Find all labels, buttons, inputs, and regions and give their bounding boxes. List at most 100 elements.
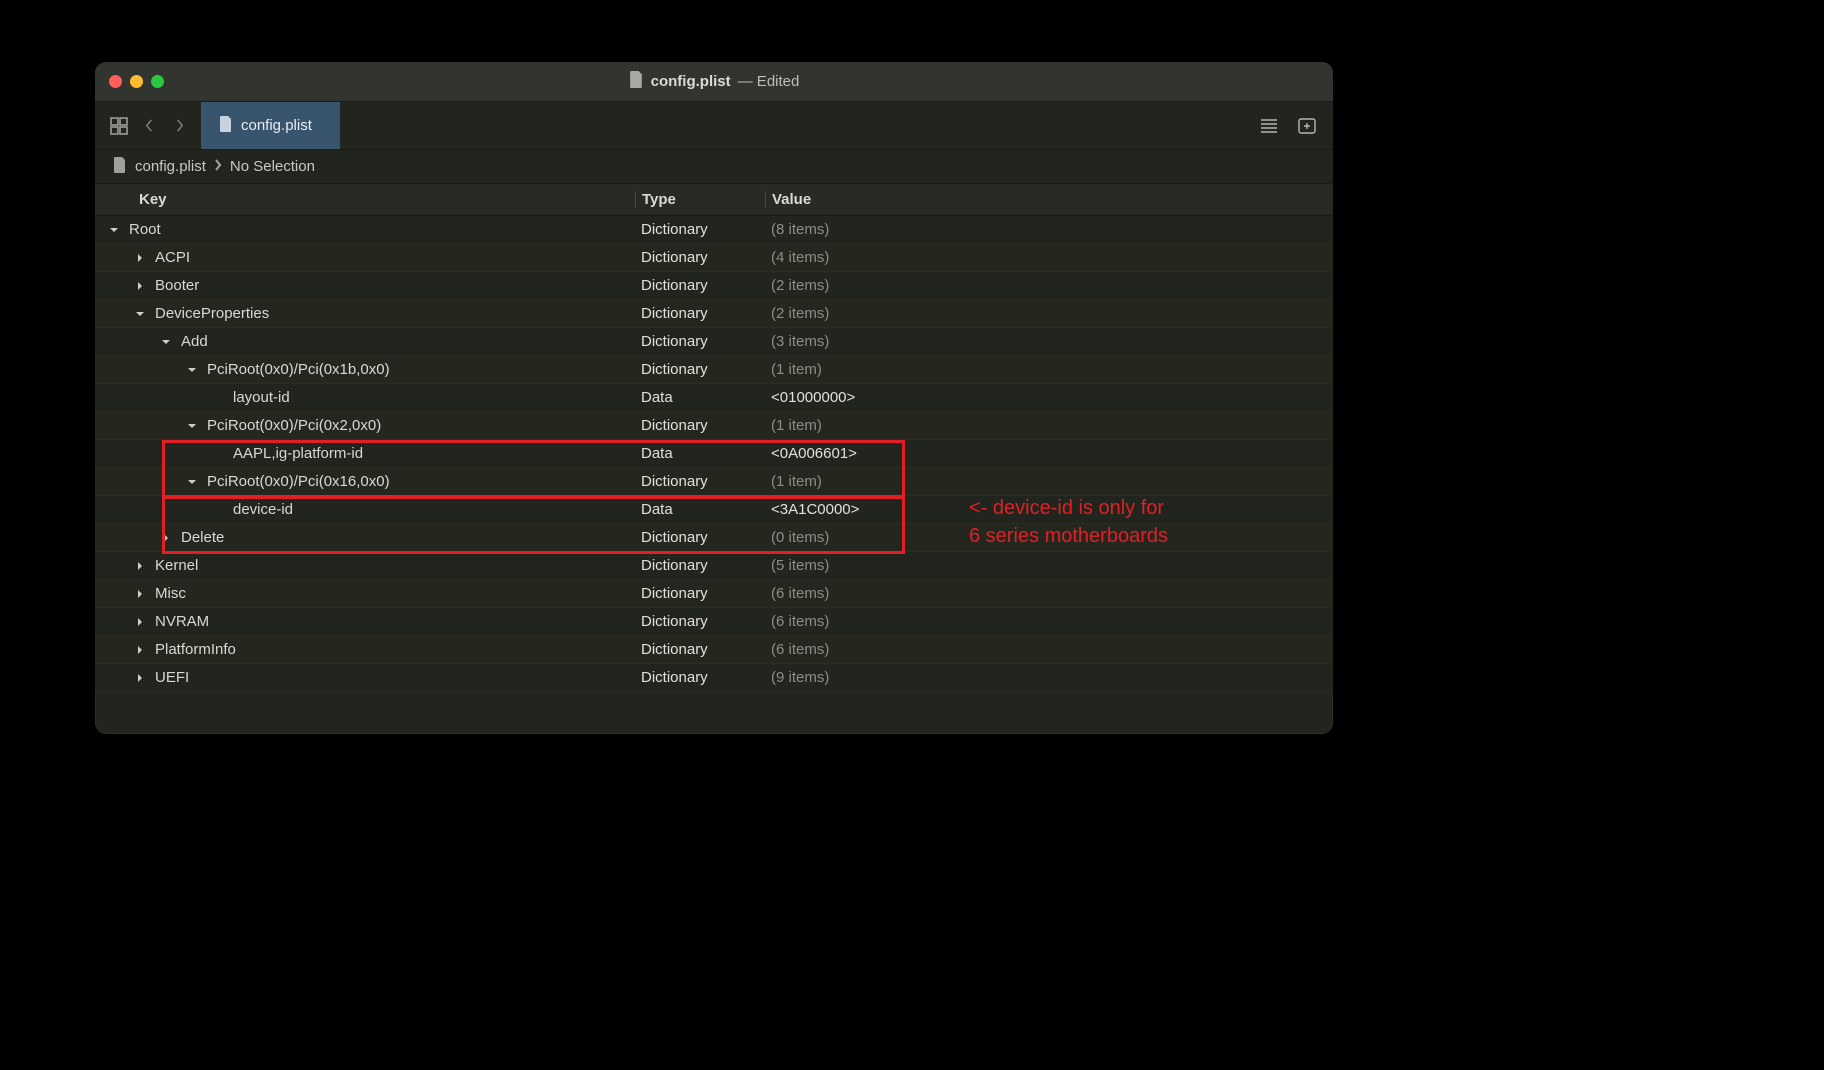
- table-row[interactable]: ACPIDictionary(4 items): [95, 244, 1333, 272]
- row-value: (6 items): [765, 613, 1333, 630]
- row-key: ACPI: [155, 249, 190, 266]
- table-row[interactable]: DeviceProperties Dictionary(2 items): [95, 300, 1333, 328]
- row-key: Root: [129, 221, 161, 238]
- table-row[interactable]: PciRoot(0x0)/Pci(0x16,0x0) Dictionary(1 i…: [95, 468, 1333, 496]
- document-icon: [629, 71, 644, 92]
- title-status: — Edited: [738, 73, 800, 90]
- crumb-file[interactable]: config.plist: [135, 158, 206, 175]
- row-key: Kernel: [155, 557, 198, 574]
- title-filename: config.plist: [651, 73, 731, 90]
- minimize-window-button[interactable]: [130, 75, 143, 88]
- row-key: NVRAM: [155, 613, 209, 630]
- row-value: (8 items): [765, 221, 1333, 238]
- row-key: UEFI: [155, 669, 189, 686]
- row-key: DeviceProperties: [155, 305, 269, 322]
- related-items-button[interactable]: [105, 112, 133, 140]
- table-row[interactable]: PciRoot(0x0)/Pci(0x2,0x0)Dictionary(1 it…: [95, 412, 1333, 440]
- table-row[interactable]: Misc Dictionary(6 items): [95, 580, 1333, 608]
- view-options-button[interactable]: [1253, 112, 1285, 140]
- row-type: Dictionary: [635, 585, 765, 602]
- row-key: PciRoot(0x0)/Pci(0x1b,0x0): [207, 361, 390, 378]
- zoom-window-button[interactable]: [151, 75, 164, 88]
- column-header-value[interactable]: Value: [765, 191, 1333, 208]
- row-type: Dictionary: [635, 473, 765, 490]
- table-row[interactable]: layout-idData<01000000>: [95, 384, 1333, 412]
- row-value: <0A006601>: [765, 445, 1333, 462]
- disclosure-open-icon[interactable]: [185, 363, 199, 377]
- row-type: Dictionary: [635, 641, 765, 658]
- row-value: (2 items): [765, 305, 1333, 322]
- column-header-type[interactable]: Type: [635, 191, 765, 208]
- row-key: PciRoot(0x0)/Pci(0x2,0x0): [207, 417, 381, 434]
- row-key: device-id: [233, 501, 293, 518]
- table-row[interactable]: Add Dictionary(3 items): [95, 328, 1333, 356]
- disclosure-closed-icon[interactable]: [133, 671, 147, 685]
- disclosure-open-icon[interactable]: [133, 307, 147, 321]
- row-type: Dictionary: [635, 221, 765, 238]
- table-row[interactable]: DeleteDictionary(0 items): [95, 524, 1333, 552]
- table-row[interactable]: UEFI Dictionary(9 items): [95, 664, 1333, 692]
- breadcrumb: config.plist No Selection: [95, 150, 1333, 184]
- disclosure-closed-icon[interactable]: [133, 559, 147, 573]
- table-row[interactable]: Booter Dictionary(2 items): [95, 272, 1333, 300]
- row-key: Misc: [155, 585, 186, 602]
- column-header-key[interactable]: Key: [95, 191, 635, 208]
- row-type: Dictionary: [635, 305, 765, 322]
- disclosure-closed-icon[interactable]: [133, 615, 147, 629]
- table-row[interactable]: NVRAMDictionary(6 items): [95, 608, 1333, 636]
- table-row[interactable]: PlatformInfo Dictionary(6 items): [95, 636, 1333, 664]
- row-value: (9 items): [765, 669, 1333, 686]
- disclosure-closed-icon[interactable]: [133, 279, 147, 293]
- disclosure-open-icon[interactable]: [185, 419, 199, 433]
- window-title: config.plist — Edited: [95, 71, 1333, 92]
- table-row[interactable]: Root Dictionary(8 items): [95, 216, 1333, 244]
- row-value: (6 items): [765, 585, 1333, 602]
- disclosure-closed-icon[interactable]: [133, 587, 147, 601]
- row-type: Dictionary: [635, 669, 765, 686]
- nav-forward-button[interactable]: [165, 112, 193, 140]
- row-value: (2 items): [765, 277, 1333, 294]
- row-type: Data: [635, 389, 765, 406]
- close-window-button[interactable]: [109, 75, 122, 88]
- row-key: Delete: [181, 529, 224, 546]
- document-icon: [113, 157, 127, 177]
- row-key: Add: [181, 333, 208, 350]
- disclosure-open-icon[interactable]: [107, 223, 121, 237]
- crumb-selection[interactable]: No Selection: [230, 158, 315, 175]
- row-type: Dictionary: [635, 529, 765, 546]
- table-row[interactable]: KernelDictionary(5 items): [95, 552, 1333, 580]
- table-row[interactable]: PciRoot(0x0)/Pci(0x1b,0x0)Dictionary(1 i…: [95, 356, 1333, 384]
- disclosure-none: [211, 447, 225, 461]
- editor-window: config.plist — Edited config.plist: [95, 62, 1333, 734]
- plist-tree: RootDictionary(8 items)ACPIDictionary(4 …: [95, 216, 1333, 734]
- row-value: <01000000>: [765, 389, 1333, 406]
- table-row[interactable]: device-idData<3A1C0000>: [95, 496, 1333, 524]
- row-value: (3 items): [765, 333, 1333, 350]
- disclosure-open-icon[interactable]: [185, 475, 199, 489]
- toolbar: config.plist: [95, 102, 1333, 150]
- nav-back-button[interactable]: [135, 112, 163, 140]
- row-type: Dictionary: [635, 249, 765, 266]
- row-type: Data: [635, 501, 765, 518]
- row-type: Dictionary: [635, 333, 765, 350]
- tab-label: config.plist: [241, 117, 312, 134]
- add-pane-button[interactable]: [1291, 112, 1323, 140]
- disclosure-closed-icon[interactable]: [159, 531, 173, 545]
- row-value: (1 item): [765, 473, 1333, 490]
- row-type: Dictionary: [635, 277, 765, 294]
- row-type: Dictionary: [635, 557, 765, 574]
- disclosure-closed-icon[interactable]: [133, 251, 147, 265]
- column-headers: Key Type Value: [95, 184, 1333, 216]
- row-key: AAPL,ig-platform-id: [233, 445, 363, 462]
- titlebar: config.plist — Edited: [95, 62, 1333, 102]
- row-key: PciRoot(0x0)/Pci(0x16,0x0): [207, 473, 390, 490]
- row-key: Booter: [155, 277, 199, 294]
- row-value: (6 items): [765, 641, 1333, 658]
- row-key: PlatformInfo: [155, 641, 236, 658]
- disclosure-open-icon[interactable]: [159, 335, 173, 349]
- tab-config-plist[interactable]: config.plist: [201, 102, 340, 149]
- disclosure-none: [211, 503, 225, 517]
- row-value: (1 item): [765, 361, 1333, 378]
- table-row[interactable]: AAPL,ig-platform-idData<0A006601>: [95, 440, 1333, 468]
- disclosure-closed-icon[interactable]: [133, 643, 147, 657]
